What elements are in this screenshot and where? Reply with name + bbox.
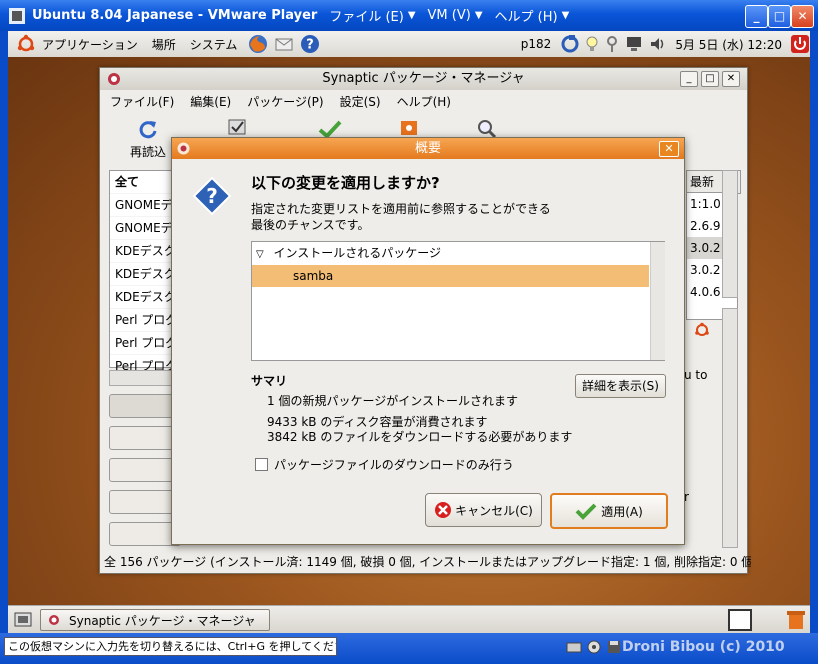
apply-label: 適用(A) xyxy=(601,504,643,519)
package-name: samba xyxy=(293,269,334,283)
firefox-icon[interactable] xyxy=(247,33,269,55)
show-desktop-icon[interactable] xyxy=(14,611,32,629)
synaptic-close-button[interactable]: ✕ xyxy=(722,71,740,87)
synaptic-maximize-button[interactable]: □ xyxy=(701,71,719,87)
panel-menu-places[interactable]: 場所 xyxy=(152,36,176,53)
close-button[interactable]: ✕ xyxy=(791,5,814,28)
taskbar-button-synaptic[interactable]: Synaptic パッケージ・マネージャ xyxy=(40,609,270,631)
mark-upgrades-icon[interactable] xyxy=(227,118,249,138)
vmware-status-bar: この仮想マシンに入力先を切り替えるには、Ctrl+G を押してください。 Dro… xyxy=(0,633,818,664)
synaptic-menu-edit[interactable]: 編集(E) xyxy=(190,93,231,110)
list-group-header[interactable]: ▽ インストールされるパッケージ xyxy=(252,242,649,264)
synaptic-app-icon xyxy=(108,73,120,85)
reload-icon xyxy=(139,121,157,139)
panel-clock[interactable]: 5月 5日 (水) 12:20 xyxy=(675,36,782,53)
svg-text:?: ? xyxy=(206,184,218,208)
vertical-scrollbar[interactable] xyxy=(722,170,738,298)
dialog-heading: 以下の変更を適用しますか? xyxy=(251,174,440,192)
checkmark-icon xyxy=(575,503,597,520)
mail-icon[interactable] xyxy=(273,33,295,55)
synaptic-menu-file[interactable]: ファイル(F) xyxy=(110,93,174,110)
vmware-menu-file[interactable]: ファイル (E) xyxy=(329,6,404,25)
search-icon[interactable] xyxy=(476,118,498,138)
dialog-title-bar: 概要 xyxy=(172,138,684,159)
help-icon[interactable]: ? xyxy=(299,33,321,55)
device-floppy-icon[interactable] xyxy=(606,639,622,655)
chevron-down-icon: ▼ xyxy=(474,10,483,21)
lightbulb-icon[interactable] xyxy=(585,35,599,53)
synaptic-menu-help[interactable]: ヘルプ(H) xyxy=(397,93,451,110)
network-icon[interactable] xyxy=(625,35,643,53)
vmware-title-bar: Ubuntu 8.04 Japanese - VMware Player ファイ… xyxy=(0,0,818,31)
chevron-down-icon: ▼ xyxy=(561,10,570,21)
gnome-bottom-panel: Synaptic パッケージ・マネージャ xyxy=(8,605,810,634)
summary-dialog: 概要 ✕ ? 以下の変更を適用しますか? 指定された変更リストを適用前に参照する… xyxy=(171,137,685,545)
apply-check-icon[interactable] xyxy=(318,120,342,138)
vmware-status-message: この仮想マシンに入力先を切り替えるには、Ctrl+G を押してください。 xyxy=(4,637,337,656)
apply-button[interactable]: 適用(A) xyxy=(550,493,668,529)
cancel-icon xyxy=(435,502,452,518)
synaptic-title-bar: Synaptic パッケージ・マネージャ _ □ ✕ xyxy=(100,68,747,90)
show-details-button[interactable]: 詳細を表示(S) xyxy=(575,374,666,398)
vmware-menu-help[interactable]: ヘルプ (H) xyxy=(495,6,558,25)
power-icon[interactable] xyxy=(790,34,810,54)
vmware-frame-left xyxy=(0,31,8,633)
summary-download-size: 3842 kB のファイルをダウンロードする必要があります xyxy=(267,430,573,444)
vmware-frame-right xyxy=(810,31,818,633)
download-only-label[interactable]: パッケージファイルのダウンロードのみ行う xyxy=(274,456,514,473)
vertical-scrollbar[interactable] xyxy=(722,308,738,548)
cancel-label: キャンセル(C) xyxy=(455,503,533,518)
group-label: インストールされるパッケージ xyxy=(273,246,442,260)
dialog-title: 概要 xyxy=(414,141,441,156)
keyring-icon[interactable] xyxy=(605,35,619,53)
cancel-button[interactable]: キャンセル(C) xyxy=(425,493,542,527)
package-change-list[interactable]: ▽ インストールされるパッケージ samba xyxy=(251,241,665,361)
panel-menu-applications[interactable]: アプリケーション xyxy=(42,36,138,53)
synaptic-app-icon xyxy=(49,615,59,625)
synaptic-menu-settings[interactable]: 設定(S) xyxy=(340,93,381,110)
workspace-switcher-icon[interactable] xyxy=(728,609,752,631)
list-item[interactable]: samba xyxy=(252,265,649,287)
panel-hostname: p182 xyxy=(520,37,552,51)
device-hdd-icon[interactable] xyxy=(566,639,582,655)
minimize-button[interactable]: _ xyxy=(745,5,768,28)
vertical-scrollbar[interactable] xyxy=(650,242,665,360)
synaptic-menu-bar: ファイル(F) 編集(E) パッケージ(P) 設定(S) ヘルプ(H) xyxy=(100,90,457,112)
vmware-window-title: Ubuntu 8.04 Japanese - VMware Player xyxy=(32,8,318,23)
gnome-top-panel: アプリケーション 場所 システム ? p182 5月 5日 (水) 12:20 xyxy=(8,31,810,58)
description-fragment: u to xyxy=(684,368,708,382)
reload-label: 再読込 xyxy=(129,145,166,159)
chevron-down-icon: ▼ xyxy=(407,10,416,21)
synaptic-minimize-button[interactable]: _ xyxy=(680,71,698,87)
summary-title: サマリ xyxy=(251,374,288,388)
properties-icon[interactable] xyxy=(398,118,420,138)
download-only-checkbox[interactable] xyxy=(255,458,268,471)
vmware-logo-icon xyxy=(9,8,25,24)
synaptic-app-icon xyxy=(177,142,190,155)
update-icon[interactable] xyxy=(561,35,579,53)
question-icon: ? xyxy=(192,176,232,216)
dialog-description: 指定された変更リストを適用前に参照することができる最後のチャンスです。 xyxy=(251,202,551,232)
watermark-text: Droni Bibou (c) 2010 xyxy=(622,639,785,655)
svg-text:?: ? xyxy=(307,38,315,53)
taskbar-label: Synaptic パッケージ・マネージャ xyxy=(69,613,256,628)
maximize-button[interactable]: □ xyxy=(768,5,791,28)
trash-icon[interactable] xyxy=(786,609,806,631)
synaptic-window-title: Synaptic パッケージ・マネージャ xyxy=(322,71,525,86)
volume-icon[interactable] xyxy=(649,35,667,53)
reload-button[interactable]: 再読込 xyxy=(120,118,176,160)
panel-menu-system[interactable]: システム xyxy=(190,36,238,53)
ubuntu-logo-icon xyxy=(695,322,709,336)
dialog-close-button[interactable]: ✕ xyxy=(659,141,679,157)
synaptic-menu-package[interactable]: パッケージ(P) xyxy=(247,93,323,110)
ubuntu-logo-icon[interactable] xyxy=(16,34,36,54)
summary-new-packages: 1 個の新規パッケージがインストールされます xyxy=(267,394,518,408)
vmware-menu-vm[interactable]: VM (V) xyxy=(428,8,471,23)
device-cdrom-icon[interactable] xyxy=(586,639,602,655)
synaptic-status-bar: 全 156 パッケージ (インストール済: 1149 個, 破損 0 個, イン… xyxy=(104,555,751,569)
expander-down-icon[interactable]: ▽ xyxy=(256,249,264,260)
